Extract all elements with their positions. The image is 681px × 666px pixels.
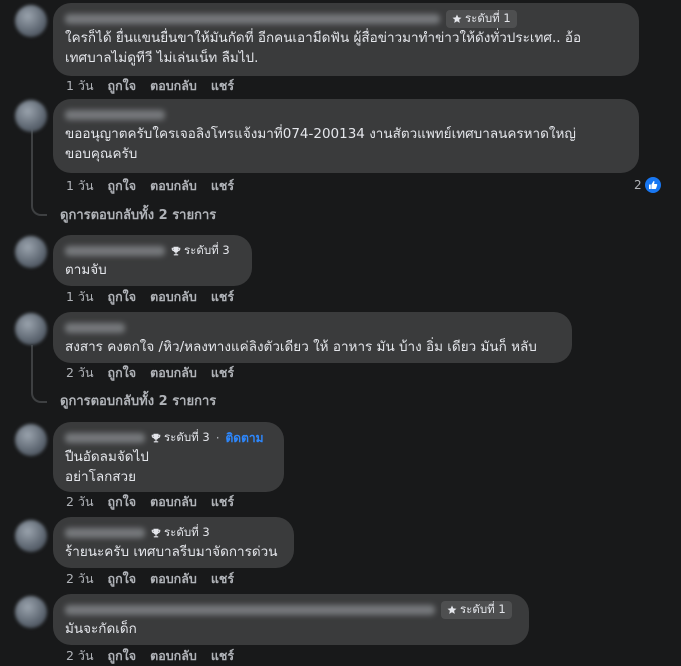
- rank-badge[interactable]: ระดับที่ 1: [441, 601, 512, 619]
- comment-age[interactable]: 2 วัน: [66, 569, 94, 589]
- comment-text: มันจะกัดเด็ก: [65, 621, 137, 637]
- comment-text: ปืนอัดลมจัดไป อย่าโลกสวย: [65, 449, 149, 485]
- like-button[interactable]: ถูกใจ: [108, 363, 137, 383]
- trophy-icon: [171, 246, 181, 256]
- comment-bubble: ระดับที่ 3 ตามจับ: [53, 235, 252, 286]
- reply-button[interactable]: ตอบกลับ: [150, 492, 197, 512]
- comment-actions: 2 วัน ถูกใจ ตอบกลับ แชร์: [66, 365, 234, 381]
- view-replies-link[interactable]: ดูการตอบกลับทั้ง 2 รายการ: [60, 391, 216, 409]
- author-name[interactable]: [65, 605, 435, 615]
- comment-header: ระดับที่ 1: [65, 601, 517, 619]
- comment-header: ระดับที่ 3: [65, 524, 282, 542]
- comment-actions: 1 วัน ถูกใจ ตอบกลับ แชร์: [66, 289, 234, 305]
- share-button[interactable]: แชร์: [211, 287, 234, 307]
- comment-header: [65, 319, 560, 337]
- comment-actions: 2 วัน ถูกใจ ตอบกลับ แชร์: [66, 494, 234, 510]
- comment-bubble: ระดับที่ 1 ใครก็ได้ ยื่นแขนยื่นขาให้มันก…: [53, 3, 639, 76]
- avatar[interactable]: [15, 596, 47, 628]
- author-name[interactable]: [65, 110, 165, 120]
- share-button[interactable]: แชร์: [211, 176, 234, 196]
- comment-text: ขออนุญาตครับใครเจอลิงโทรแจ้งมาที่074-200…: [65, 126, 576, 162]
- comment-actions: 2 วัน ถูกใจ ตอบกลับ แชร์: [66, 648, 234, 664]
- comment-text: ใครก็ได้ ยื่นแขนยื่นขาให้มันกัดที่ อีกคน…: [65, 30, 582, 66]
- comment-header: ระดับที่ 3 · ติดตาม: [65, 429, 272, 447]
- reply-button[interactable]: ตอบกลับ: [150, 569, 197, 589]
- share-button[interactable]: แชร์: [211, 646, 234, 666]
- avatar[interactable]: [15, 5, 47, 37]
- badge-label: ระดับที่ 3: [164, 430, 210, 444]
- comment-bubble: ระดับที่ 3 · ติดตาม ปืนอัดลมจัดไป อย่าโล…: [53, 422, 284, 492]
- badge-label: ระดับที่ 1: [460, 602, 506, 616]
- comment-actions: 2 วัน ถูกใจ ตอบกลับ แชร์: [66, 571, 234, 587]
- like-button[interactable]: ถูกใจ: [108, 287, 137, 307]
- comment-bubble: สงสาร คงตกใจ /หิว/หลงทางแค่ลิงตัวเดียว ใ…: [53, 312, 572, 363]
- avatar[interactable]: [15, 520, 47, 552]
- like-button[interactable]: ถูกใจ: [108, 492, 137, 512]
- comment-age[interactable]: 2 วัน: [66, 492, 94, 512]
- like-button[interactable]: ถูกใจ: [108, 176, 137, 196]
- star-icon: [452, 14, 462, 23]
- like-button[interactable]: ถูกใจ: [108, 76, 137, 96]
- badge-label: ระดับที่ 3: [184, 243, 230, 257]
- share-button[interactable]: แชร์: [211, 492, 234, 512]
- follow-button[interactable]: ติดตาม: [226, 429, 264, 448]
- rank-badge[interactable]: ระดับที่ 3: [151, 429, 210, 447]
- comment-age[interactable]: 1 วัน: [66, 287, 94, 307]
- thread-connector: [31, 120, 47, 216]
- reply-button[interactable]: ตอบกลับ: [150, 646, 197, 666]
- reply-button[interactable]: ตอบกลับ: [150, 176, 197, 196]
- author-name[interactable]: [65, 323, 125, 333]
- comment-bubble: ระดับที่ 3 ร้ายนะครับ เทศบาลรีบมาจัดการด…: [53, 517, 294, 568]
- comment-header: [65, 106, 627, 124]
- share-button[interactable]: แชร์: [211, 363, 234, 383]
- share-button[interactable]: แชร์: [211, 569, 234, 589]
- comment-age[interactable]: 1 วัน: [66, 176, 94, 196]
- author-name[interactable]: [65, 14, 440, 24]
- comment-age[interactable]: 1 วัน: [66, 76, 94, 96]
- avatar[interactable]: [15, 100, 47, 132]
- avatar[interactable]: [15, 236, 47, 268]
- trophy-icon: [151, 528, 161, 538]
- comment-text: สงสาร คงตกใจ /หิว/หลงทางแค่ลิงตัวเดียว ใ…: [65, 339, 537, 355]
- reply-button[interactable]: ตอบกลับ: [150, 287, 197, 307]
- comment-header: ระดับที่ 1: [65, 10, 627, 28]
- separator-dot: ·: [215, 431, 220, 445]
- comment-actions: 1 วัน ถูกใจ ตอบกลับ แชร์: [66, 78, 234, 94]
- rank-badge[interactable]: ระดับที่ 3: [151, 524, 210, 542]
- comment-text: ตามจับ: [65, 262, 107, 278]
- rank-badge[interactable]: ระดับที่ 3: [171, 242, 230, 260]
- reaction-summary[interactable]: 2: [634, 177, 661, 193]
- share-button[interactable]: แชร์: [211, 76, 234, 96]
- rank-badge[interactable]: ระดับที่ 1: [446, 10, 517, 28]
- reaction-count: 2: [634, 178, 642, 192]
- comment-actions: 1 วัน ถูกใจ ตอบกลับ แชร์: [66, 178, 234, 194]
- like-button[interactable]: ถูกใจ: [108, 646, 137, 666]
- like-reaction-icon: [644, 177, 661, 193]
- author-name[interactable]: [65, 528, 145, 538]
- reply-button[interactable]: ตอบกลับ: [150, 76, 197, 96]
- badge-label: ระดับที่ 1: [465, 11, 511, 25]
- avatar[interactable]: [15, 424, 47, 456]
- comment-age[interactable]: 2 วัน: [66, 646, 94, 666]
- comment-age[interactable]: 2 วัน: [66, 363, 94, 383]
- author-name[interactable]: [65, 433, 145, 443]
- comment-header: ระดับที่ 3: [65, 242, 240, 260]
- author-name[interactable]: [65, 246, 165, 256]
- view-replies-link[interactable]: ดูการตอบกลับทั้ง 2 รายการ: [60, 205, 216, 223]
- avatar[interactable]: [15, 313, 47, 345]
- like-button[interactable]: ถูกใจ: [108, 569, 137, 589]
- comment-text: ร้ายนะครับ เทศบาลรีบมาจัดการด่วน: [65, 544, 278, 560]
- thread-connector: [31, 345, 47, 403]
- badge-label: ระดับที่ 3: [164, 525, 210, 539]
- star-icon: [447, 605, 457, 614]
- reply-button[interactable]: ตอบกลับ: [150, 363, 197, 383]
- trophy-icon: [151, 433, 161, 443]
- comment-bubble: ขออนุญาตครับใครเจอลิงโทรแจ้งมาที่074-200…: [53, 99, 639, 173]
- comment-bubble: ระดับที่ 1 มันจะกัดเด็ก: [53, 594, 529, 645]
